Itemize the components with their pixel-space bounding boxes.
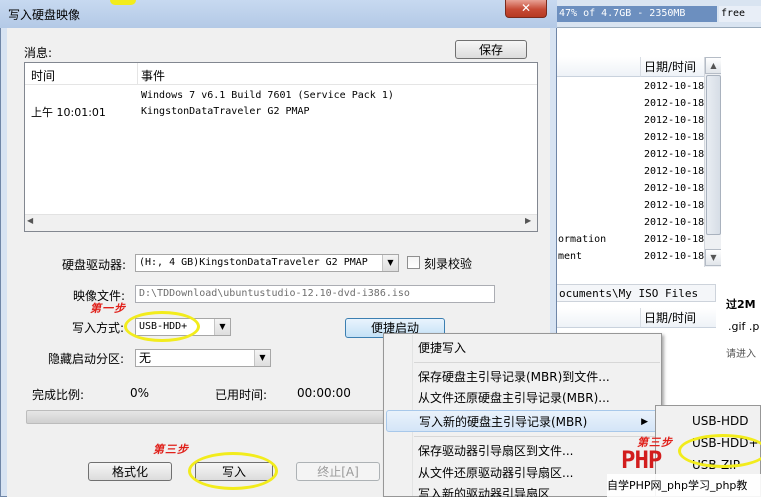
chevron-down-icon: ▼: [382, 255, 398, 271]
dialog-titlebar[interactable]: [0, 0, 557, 28]
log-col-time[interactable]: 时间: [31, 67, 55, 84]
write-method-label: 写入方式:: [72, 321, 125, 335]
menu-item-save-boot-sector[interactable]: 保存驱动器引导扇区到文件...: [386, 440, 659, 462]
bg-lower-date-header[interactable]: 日期/时间: [640, 308, 716, 328]
bg-file-date: 2012-10-18: [644, 115, 705, 126]
verify-label[interactable]: 刻录校验: [424, 255, 472, 272]
messages-label: 消息:: [24, 46, 53, 60]
menu-item-write-new-mbr[interactable]: 写入新的硬盘主引导记录(MBR) ▶: [386, 410, 659, 432]
scroll-down-icon[interactable]: ▼: [705, 249, 722, 266]
scroll-thumb[interactable]: [706, 75, 721, 235]
bg-file-row[interactable]: 2012-10-18: [556, 112, 704, 129]
bg-file-row[interactable]: 2012-10-18: [556, 180, 704, 197]
log-row-2-time: 上午 10:01:01: [31, 106, 106, 119]
menu-separator: [414, 362, 660, 363]
bg-file-date: 2012-10-18: [644, 234, 705, 245]
chevron-down-icon: ▼: [254, 350, 270, 366]
hidden-partition-value: 无: [139, 351, 152, 365]
bg-right-pane: [721, 57, 761, 277]
close-button[interactable]: ✕: [505, 0, 547, 18]
verify-checkbox[interactable]: [407, 256, 420, 269]
bg-file-row[interactable]: 2012-10-18: [556, 163, 704, 180]
log-col-event[interactable]: 事件: [141, 67, 165, 84]
menu-item-restore-mbr[interactable]: 从文件还原硬盘主引导记录(MBR)...: [386, 387, 659, 409]
log-hscrollbar[interactable]: ◀ ▶: [25, 214, 537, 231]
step-one-annotation: 第一步: [90, 302, 126, 315]
watermark-text: 自学PHP网_php学习_php教: [607, 479, 748, 492]
bg-file-row[interactable]: 2012-10-18: [556, 78, 704, 95]
disk-drive-select[interactable]: (H:, 4 GB)KingstonDataTraveler G2 PMAP ▼: [135, 254, 399, 272]
stop-button[interactable]: 终止[A]: [296, 462, 380, 481]
progress-label: 完成比例:: [32, 388, 85, 402]
bg-file-row[interactable]: ormation 2012-10-18: [556, 231, 704, 248]
save-button[interactable]: 保存: [455, 40, 527, 59]
bg-file-name: ormation: [558, 234, 607, 245]
watermark-banner: 自学PHP网_php学习_php教: [607, 474, 761, 497]
bg-file-row[interactable]: 2012-10-18: [556, 197, 704, 214]
bg-capacity-used: 47% of 4.7GB - 2350MB: [559, 8, 686, 19]
elapsed-label: 已用时间:: [215, 388, 268, 402]
step-three-annotation: 第三步: [153, 443, 189, 456]
scroll-right-icon[interactable]: ▶: [525, 216, 531, 225]
menu-item-write-new-mbr-label: 写入新的硬盘主引导记录(MBR): [419, 415, 588, 429]
bg-capacity-bar: 47% of 4.7GB - 2350MB: [557, 6, 717, 22]
hidden-partition-label: 隐藏启动分区:: [48, 352, 125, 366]
progress-value: 0%: [130, 386, 150, 400]
bg-path-field[interactable]: ocuments\My ISO Files: [556, 284, 716, 302]
scroll-left-icon[interactable]: ◀: [27, 216, 33, 225]
bg-file-list: 2012-10-18 2012-10-18 2012-10-18 2012-10-18…: [556, 78, 704, 265]
elapsed-value: 00:00:00: [297, 386, 351, 400]
bg-file-date: 2012-10-18: [644, 200, 705, 211]
annotation-ellipse-write-method: [124, 311, 200, 342]
menu-separator: [414, 436, 660, 437]
watermark-logo: PHP: [621, 446, 662, 474]
bg-file-row[interactable]: 2012-10-18: [556, 129, 704, 146]
hidden-partition-select[interactable]: 无 ▼: [135, 349, 271, 367]
bg-file-date: 2012-10-18: [644, 149, 705, 160]
annotation-ellipse-write: [188, 452, 278, 490]
disk-drive-label: 硬盘驱动器:: [62, 258, 127, 272]
close-icon: ✕: [520, 1, 532, 15]
bg-file-date: 2012-10-18: [644, 251, 705, 262]
bg-file-date: 2012-10-18: [644, 132, 705, 143]
bg-file-row[interactable]: 2012-10-18: [556, 95, 704, 112]
bg-file-date: 2012-10-18: [644, 166, 705, 177]
log-header: [25, 63, 537, 85]
menu-item-quick-write[interactable]: 便捷写入: [386, 337, 659, 359]
log-row-1-event: Windows 7 v6.1 Build 7601 (Service Pack …: [141, 90, 394, 101]
message-log[interactable]: 时间 事件 Windows 7 v6.1 Build 7601 (Service…: [24, 62, 538, 232]
dialog-title: 写入硬盘映像: [8, 8, 81, 22]
submenu-arrow-icon: ▶: [641, 417, 648, 427]
menu-item-save-mbr[interactable]: 保存硬盘主引导记录(MBR)到文件...: [386, 366, 659, 388]
bg-file-date: 2012-10-18: [644, 81, 705, 92]
scroll-up-icon[interactable]: ▲: [705, 57, 722, 74]
log-col-divider: [137, 63, 138, 85]
image-file-field[interactable]: D:\TDDownload\ubuntustudio-12.10-dvd-i38…: [135, 285, 495, 303]
bg-file-row[interactable]: ment 2012-10-18: [556, 248, 704, 265]
annotation-ellipse-top: [110, 0, 136, 5]
disk-drive-value: (H:, 4 GB)KingstonDataTraveler G2 PMAP: [139, 257, 368, 268]
format-button[interactable]: 格式化: [88, 462, 172, 481]
bg-file-row[interactable]: 2012-10-18: [556, 214, 704, 231]
bg-help-hint: 请进入: [726, 349, 756, 360]
bg-file-row[interactable]: 2012-10-18: [556, 146, 704, 163]
log-row-2-event: KingstonDataTraveler G2 PMAP: [141, 106, 310, 117]
bg-file-date: 2012-10-18: [644, 183, 705, 194]
bg-file-date: 2012-10-18: [644, 98, 705, 109]
bg-capacity-free: free: [719, 6, 761, 22]
annotation-ellipse-usb-hdd-plus: [678, 434, 761, 468]
bg-file-name: ment: [558, 251, 583, 262]
chevron-down-icon: ▼: [214, 319, 230, 335]
bg-date-column-header[interactable]: 日期/时间: [640, 57, 704, 77]
bg-size-hint: 过2M: [726, 298, 756, 311]
submenu-item-usb-hdd[interactable]: USB-HDD: [658, 410, 760, 432]
bg-file-date: 2012-10-18: [644, 217, 705, 228]
bg-ext-hint: .gif .p: [728, 320, 760, 333]
bg-scrollbar[interactable]: ▲ ▼: [704, 57, 722, 267]
